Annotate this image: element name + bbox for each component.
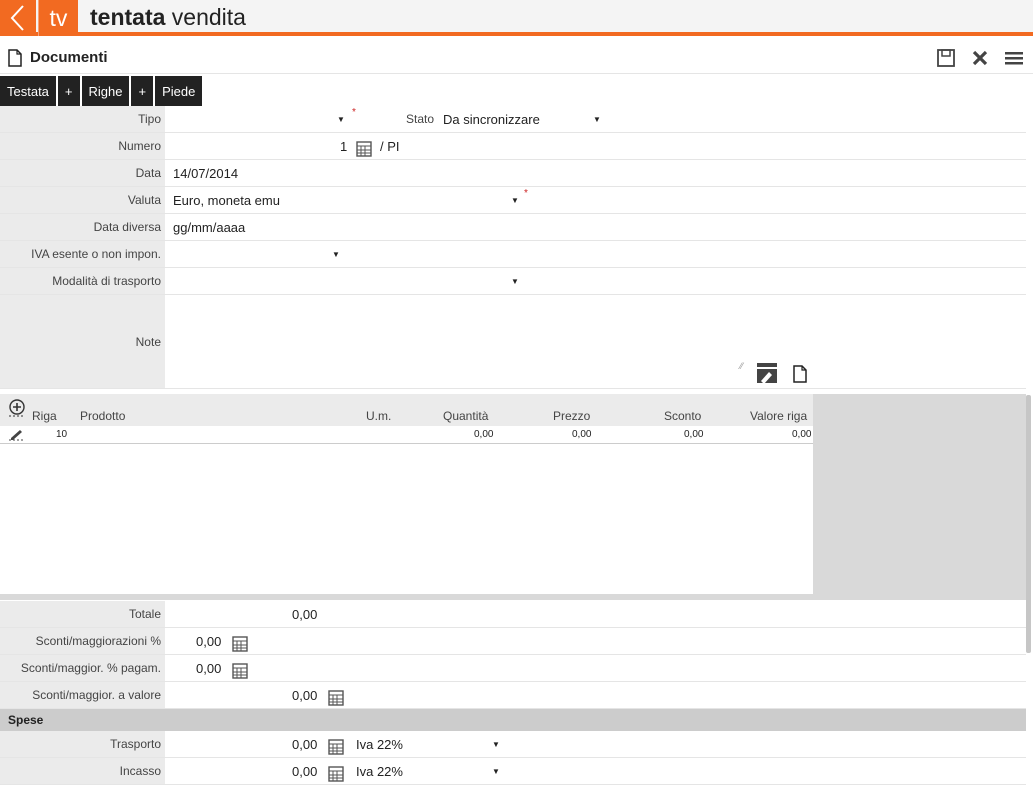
row-numero: Numero 1 / PI bbox=[0, 133, 1026, 160]
cell-quantita: 0,00 bbox=[474, 429, 494, 440]
chevron-down-icon: ▼ bbox=[593, 115, 601, 124]
app-topbar: tv tentata vendita bbox=[0, 0, 1033, 36]
spese-section-header: Spese bbox=[0, 709, 1026, 731]
chevron-down-icon: ▼ bbox=[492, 740, 500, 749]
row-sconti-pagam: Sconti/maggior. % pagam. 0,00 bbox=[0, 655, 1026, 682]
col-valore: Valore riga bbox=[750, 409, 808, 423]
sconti-valore-label: Sconti/maggior. a valore bbox=[0, 682, 165, 708]
required-marker: * bbox=[524, 188, 528, 199]
col-sconto: Sconto bbox=[664, 409, 702, 423]
row-valuta: Valuta Euro, moneta emu ▼ * bbox=[0, 187, 1026, 214]
required-marker: * bbox=[352, 107, 356, 118]
totale-label: Totale bbox=[0, 601, 165, 627]
totals-section: Totale 0,00 Sconti/maggiorazioni % 0,00 … bbox=[0, 601, 1026, 785]
app-brand: tentata vendita bbox=[90, 4, 246, 31]
calculator-icon[interactable] bbox=[328, 688, 344, 715]
table-row[interactable]: 10 0,00 0,00 0,00 0,00 bbox=[0, 426, 813, 444]
trasporto-spesa-label: Trasporto bbox=[0, 731, 165, 757]
valuta-label: Valuta bbox=[0, 187, 165, 213]
sconti-pagam-label: Sconti/maggior. % pagam. bbox=[0, 655, 165, 681]
iva-label: IVA esente o non impon. bbox=[0, 241, 165, 267]
scrollbar[interactable] bbox=[1026, 395, 1031, 653]
tipo-label: Tipo bbox=[0, 106, 165, 132]
menu-icon[interactable] bbox=[1003, 47, 1025, 69]
note-textarea[interactable]: ⁄⁄ bbox=[165, 295, 1026, 388]
row-iva: IVA esente o non impon. ▼ bbox=[0, 241, 1026, 268]
data-diversa-field[interactable]: gg/mm/aaaa bbox=[165, 214, 1026, 240]
row-trasporto: Modalità di trasporto ▼ bbox=[0, 268, 1026, 295]
incasso-label: Incasso bbox=[0, 758, 165, 784]
sconti-perc-field[interactable]: 0,00 bbox=[196, 628, 221, 655]
cell-prezzo: 0,00 bbox=[572, 429, 592, 440]
cell-valore: 0,00 bbox=[792, 429, 812, 440]
row-data-diversa: Data diversa gg/mm/aaaa bbox=[0, 214, 1026, 241]
row-data: Data 14/07/2014 bbox=[0, 160, 1026, 187]
close-icon[interactable] bbox=[969, 47, 991, 69]
grid-header: Riga Prodotto U.m. Quantità Prezzo Scont… bbox=[0, 394, 813, 426]
document-icon bbox=[7, 49, 23, 71]
iva-select[interactable]: ▼ bbox=[165, 241, 1026, 267]
data-label: Data bbox=[0, 160, 165, 186]
col-prodotto: Prodotto bbox=[80, 409, 126, 423]
sconti-perc-label: Sconti/maggiorazioni % bbox=[0, 628, 165, 654]
trasporto-select[interactable]: ▼ bbox=[165, 268, 1026, 294]
signature-icon[interactable] bbox=[755, 361, 779, 394]
back-button[interactable] bbox=[0, 0, 36, 36]
data-diversa-label: Data diversa bbox=[0, 214, 165, 240]
resize-handle-icon[interactable]: ⁄⁄ bbox=[740, 361, 743, 371]
cell-riga: 10 bbox=[56, 429, 68, 440]
data-field[interactable]: 14/07/2014 bbox=[165, 160, 1026, 186]
tab-add-testata[interactable]: + bbox=[57, 76, 80, 106]
edit-pencil-icon[interactable] bbox=[8, 427, 26, 444]
totale-value: 0,00 bbox=[292, 607, 318, 622]
col-prezzo: Prezzo bbox=[553, 409, 591, 423]
row-sconti-valore: Sconti/maggior. a valore 0,00 bbox=[0, 682, 1026, 709]
col-quantita: Quantità bbox=[443, 409, 489, 423]
chevron-down-icon: ▼ bbox=[337, 115, 345, 124]
chevron-down-icon: ▼ bbox=[511, 196, 519, 205]
save-icon[interactable] bbox=[935, 47, 957, 69]
righe-grid: Riga Prodotto U.m. Quantità Prezzo Scont… bbox=[0, 394, 1026, 600]
valuta-select[interactable]: Euro, moneta emu bbox=[173, 193, 280, 208]
stato-label: Stato bbox=[406, 112, 435, 126]
page-header: Documenti bbox=[0, 40, 1033, 74]
brand-bold: tentata bbox=[90, 4, 166, 30]
chevron-left-icon bbox=[10, 5, 24, 31]
row-totale: Totale 0,00 bbox=[0, 601, 1026, 628]
row-sconti-perc: Sconti/maggiorazioni % 0,00 bbox=[0, 628, 1026, 655]
trasporto-spesa-field[interactable]: 0,00 bbox=[292, 731, 317, 758]
tab-bar: Testata + Righe + Piede bbox=[0, 76, 203, 106]
chevron-down-icon: ▼ bbox=[332, 250, 340, 259]
brand-light: vendita bbox=[165, 4, 246, 30]
tab-add-righe[interactable]: + bbox=[131, 76, 154, 106]
cell-sconto: 0,00 bbox=[684, 429, 704, 440]
grid-empty-area bbox=[0, 444, 813, 594]
tab-testata[interactable]: Testata bbox=[0, 76, 56, 106]
row-tipo: Tipo ▼ * Stato Da sincronizzare ▼ bbox=[0, 106, 1026, 133]
sconti-valore-field[interactable]: 0,00 bbox=[292, 682, 317, 709]
numero-suffix: / PI bbox=[380, 139, 400, 154]
chevron-down-icon: ▼ bbox=[511, 277, 519, 286]
document-form: Tipo ▼ * Stato Da sincronizzare ▼ Numero… bbox=[0, 106, 1026, 389]
tab-righe[interactable]: Righe bbox=[81, 76, 130, 106]
tab-piede[interactable]: Piede bbox=[155, 76, 203, 106]
stato-select[interactable]: Da sincronizzare bbox=[443, 106, 540, 133]
sconti-pagam-field[interactable]: 0,00 bbox=[196, 655, 221, 682]
numero-label: Numero bbox=[0, 133, 165, 159]
col-riga: Riga bbox=[32, 409, 57, 423]
note-label: Note bbox=[0, 295, 165, 388]
calculator-icon[interactable] bbox=[328, 764, 344, 791]
row-trasporto-spesa: Trasporto 0,00 Iva 22% ▼ bbox=[0, 731, 1026, 758]
document-icon[interactable] bbox=[792, 365, 808, 392]
add-row-icon[interactable] bbox=[8, 399, 26, 420]
numero-field[interactable]: 1 bbox=[340, 133, 347, 160]
page-title: Documenti bbox=[30, 49, 108, 66]
trasporto-iva-select[interactable]: Iva 22% bbox=[356, 731, 403, 758]
app-logo: tv bbox=[38, 0, 78, 36]
tipo-select[interactable]: ▼ * Stato Da sincronizzare ▼ bbox=[165, 106, 1026, 132]
trasporto-label: Modalità di trasporto bbox=[0, 268, 165, 294]
row-note: Note ⁄⁄ bbox=[0, 295, 1026, 389]
col-um: U.m. bbox=[366, 409, 392, 423]
